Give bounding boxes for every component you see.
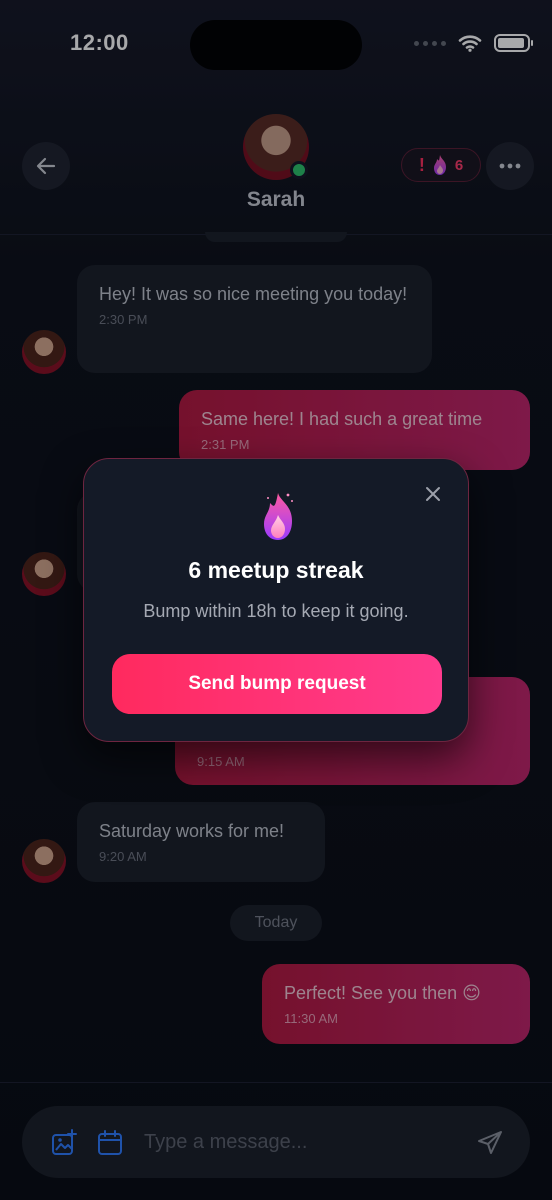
- chat-screen: 12:00 Sarah ! 6 Hey! It was so nice meet…: [0, 0, 552, 1200]
- close-icon: [426, 487, 440, 501]
- send-bump-request-button[interactable]: Send bump request: [112, 654, 442, 714]
- modal-title: 6 meetup streak: [188, 557, 364, 583]
- close-button[interactable]: [422, 483, 444, 505]
- streak-modal: 6 meetup streak Bump within 18h to keep …: [83, 458, 469, 742]
- flame-icon: [264, 493, 293, 540]
- modal-subtitle: Bump within 18h to keep it going.: [143, 601, 409, 621]
